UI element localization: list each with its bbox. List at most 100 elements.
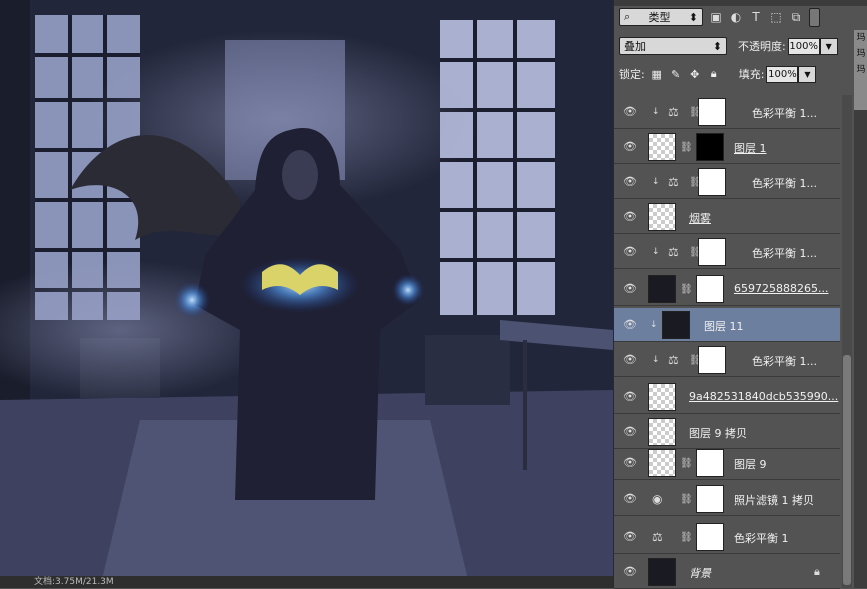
layer-name[interactable]: 色彩平衡 1... xyxy=(752,175,817,191)
lock-all-icon[interactable]: 🔒︎ xyxy=(707,67,721,81)
layer-mask-thumb[interactable] xyxy=(698,98,726,126)
layer-name[interactable]: 色彩平衡 1... xyxy=(752,245,817,261)
layer-name[interactable]: 图层 9 xyxy=(734,456,767,472)
layer-name[interactable]: 图层 9 拷贝 xyxy=(689,425,747,441)
layer-name[interactable]: 照片滤镜 1 拷贝 xyxy=(734,492,814,508)
balance-icon: ⚖ xyxy=(652,530,663,544)
side-label: 玛 xyxy=(856,33,866,43)
filter-toggle[interactable] xyxy=(809,7,820,27)
side-label: 玛 xyxy=(856,65,866,75)
chevron-down-icon: ⬍ xyxy=(712,39,722,53)
eye-icon[interactable]: 👁︎ xyxy=(623,106,637,118)
layers-panel: ⌕ 类型 ⬍ ▣ ◐ T ⬚ ⧉ 叠加 ⬍ 不透明度: 100% ▼ 锁定: ▦… xyxy=(613,0,867,589)
lock-transparency-icon[interactable]: ▦ xyxy=(650,67,664,81)
fill-label: 填充: xyxy=(738,68,765,81)
opacity-dropdown-icon[interactable]: ▼ xyxy=(819,37,838,55)
layer-row[interactable]: 👁︎ 烟雾 xyxy=(614,200,840,234)
layer-thumb[interactable] xyxy=(648,383,676,411)
lock-label: 锁定: xyxy=(619,68,645,81)
layer-name[interactable]: 9a482531840dcb535990... xyxy=(689,390,838,403)
eye-icon[interactable]: 👁︎ xyxy=(623,426,637,438)
balance-icon: ⚖ xyxy=(668,353,679,367)
lock-paint-icon[interactable]: ✎ xyxy=(669,67,683,81)
clip-arrow-icon: ↓ xyxy=(652,107,660,117)
layer-thumb[interactable] xyxy=(648,133,676,161)
layer-name[interactable]: 色彩平衡 1... xyxy=(752,353,817,369)
layer-row[interactable]: 👁︎ ↓ ⚖ ⛓ 色彩平衡 1... xyxy=(614,235,840,269)
layer-thumb[interactable] xyxy=(648,558,676,586)
scrollbar-thumb[interactable] xyxy=(843,355,851,585)
eye-icon[interactable]: 👁︎ xyxy=(623,493,637,505)
document-info: 文档:3.75M/21.3M xyxy=(0,576,613,588)
layer-row[interactable]: 👁︎ ↓ ⚖ ⛓ 色彩平衡 1... xyxy=(614,95,840,129)
type-filter-icon[interactable]: T xyxy=(749,10,763,24)
fill-input[interactable]: 100% xyxy=(766,65,799,83)
fill-dropdown-icon[interactable]: ▼ xyxy=(798,65,817,83)
layer-row[interactable]: 👁︎ 图层 9 拷贝 xyxy=(614,415,840,449)
document-canvas[interactable]: 文档:3.75M/21.3M xyxy=(0,0,613,588)
layer-mask-thumb[interactable] xyxy=(696,275,724,303)
eye-icon[interactable]: 👁︎ xyxy=(623,354,637,366)
eye-icon[interactable]: 👁︎ xyxy=(623,391,637,403)
link-icon: ⛓ xyxy=(680,532,693,543)
layer-name[interactable]: 659725888265... xyxy=(734,282,828,295)
layers-scrollbar[interactable] xyxy=(842,95,852,588)
layer-thumb[interactable] xyxy=(648,275,676,303)
layer-name[interactable]: 色彩平衡 1 xyxy=(734,530,789,546)
layer-name[interactable]: 背景 xyxy=(689,565,711,581)
link-icon: ⛓ xyxy=(680,458,693,469)
layer-thumb[interactable] xyxy=(662,311,690,339)
filter-kind-select[interactable]: ⌕ 类型 ⬍ xyxy=(619,8,703,26)
blend-mode-select[interactable]: 叠加 ⬍ xyxy=(619,37,727,55)
layer-thumb[interactable] xyxy=(648,203,676,231)
layer-name[interactable]: 图层 1 xyxy=(734,140,767,156)
pixel-filter-icon[interactable]: ▣ xyxy=(709,10,723,24)
eye-icon[interactable]: 👁︎ xyxy=(623,531,637,543)
layer-thumb[interactable] xyxy=(648,418,676,446)
layer-mask-thumb[interactable] xyxy=(696,133,724,161)
lock-row: 锁定: ▦ ✎ ✥ 🔒︎ 填充: 100% ▼ xyxy=(619,64,859,84)
shape-filter-icon[interactable]: ⬚ xyxy=(769,10,783,24)
eye-icon[interactable]: 👁︎ xyxy=(623,141,637,153)
layer-row[interactable]: 👁︎ ⛓ 图层 9 xyxy=(614,446,840,480)
eye-icon[interactable]: 👁︎ xyxy=(623,176,637,188)
layer-name[interactable]: 色彩平衡 1... xyxy=(752,105,817,121)
layer-row[interactable]: 👁︎ ↓ ⚖ ⛓ 色彩平衡 1... xyxy=(614,343,840,377)
layer-name[interactable]: 烟雾 xyxy=(689,210,711,226)
layer-mask-thumb[interactable] xyxy=(698,168,726,196)
layer-row[interactable]: 👁︎ ↓ ⚖ ⛓ 色彩平衡 1... xyxy=(614,165,840,199)
lock-icon: 🔒︎ xyxy=(814,565,820,578)
eye-icon[interactable]: 👁︎ xyxy=(623,283,637,295)
opacity-input[interactable]: 100% xyxy=(787,37,820,55)
side-label: 玛 xyxy=(856,49,866,59)
layer-thumb[interactable] xyxy=(648,449,676,477)
layer-name[interactable]: 图层 11 xyxy=(704,318,744,334)
layer-row[interactable]: 👁︎ ⛓ 659725888265... xyxy=(614,272,840,306)
layer-row-selected[interactable]: 👁︎ ↓ 图层 11 xyxy=(614,308,840,342)
layer-mask-thumb[interactable] xyxy=(696,485,724,513)
layer-row[interactable]: 👁︎ 9a482531840dcb535990... xyxy=(614,380,840,414)
layer-mask-thumb[interactable] xyxy=(696,449,724,477)
layer-row[interactable]: 👁︎ 背景 🔒︎ xyxy=(614,555,840,589)
smart-object-filter-icon[interactable]: ⧉ xyxy=(789,10,803,24)
clip-arrow-icon: ↓ xyxy=(652,355,660,365)
layer-mask-thumb[interactable] xyxy=(698,238,726,266)
layer-mask-thumb[interactable] xyxy=(696,523,724,551)
layer-mask-thumb[interactable] xyxy=(698,346,726,374)
eye-icon[interactable]: 👁︎ xyxy=(623,246,637,258)
layer-row[interactable]: 👁︎ ◉ ⛓ 照片滤镜 1 拷贝 xyxy=(614,482,840,516)
clip-arrow-icon: ↓ xyxy=(652,247,660,257)
lock-position-icon[interactable]: ✥ xyxy=(688,67,702,81)
eye-icon[interactable]: 👁︎ xyxy=(623,211,637,223)
eye-icon[interactable]: 👁︎ xyxy=(623,566,637,578)
eye-icon[interactable]: 👁︎ xyxy=(623,457,637,469)
chevron-down-icon: ⬍ xyxy=(688,10,698,24)
link-icon: ⛓ xyxy=(680,142,693,153)
adjustment-filter-icon[interactable]: ◐ xyxy=(729,10,743,24)
layer-row[interactable]: 👁︎ ⚖ ⛓ 色彩平衡 1 xyxy=(614,520,840,554)
link-icon: ⛓ xyxy=(680,284,693,295)
eye-icon[interactable]: 👁︎ xyxy=(623,319,637,331)
layer-filter-row: ⌕ 类型 ⬍ ▣ ◐ T ⬚ ⧉ xyxy=(619,7,847,27)
layer-row[interactable]: 👁︎ ⛓ 图层 1 xyxy=(614,130,840,164)
balance-icon: ⚖ xyxy=(668,105,679,119)
